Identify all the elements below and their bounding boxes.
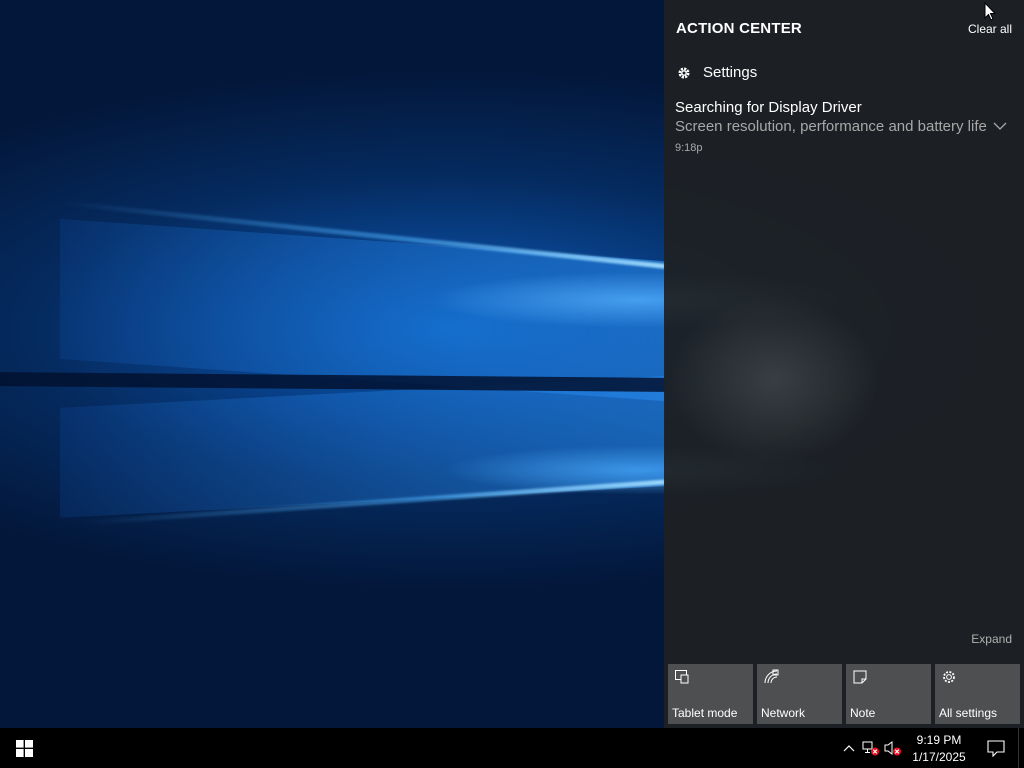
taskbar-clock[interactable]: 9:19 PM 1/17/2025 bbox=[904, 730, 974, 766]
show-hidden-icons-button[interactable] bbox=[838, 728, 860, 768]
expand-button[interactable]: Expand bbox=[971, 632, 1012, 646]
quick-action-label: Tablet mode bbox=[672, 706, 738, 720]
volume-muted-icon bbox=[884, 741, 901, 756]
gear-icon bbox=[678, 67, 690, 78]
notification-group-name: Settings bbox=[703, 64, 758, 81]
clear-all-button[interactable]: Clear all bbox=[968, 22, 1012, 36]
action-center-button[interactable] bbox=[974, 728, 1018, 768]
quick-actions: Tablet mode Network Note All settings bbox=[668, 664, 1020, 724]
panel-blur-decoration bbox=[664, 250, 914, 510]
network-tray-button[interactable] bbox=[860, 728, 882, 768]
chevron-up-icon bbox=[843, 745, 855, 752]
quick-action-label: Note bbox=[850, 706, 876, 720]
note-icon bbox=[853, 670, 867, 684]
windows-logo-icon bbox=[15, 739, 33, 757]
volume-tray-button[interactable] bbox=[882, 728, 904, 768]
quick-action-note[interactable]: Note bbox=[846, 664, 931, 724]
action-center-panel: ACTION CENTER Clear all Settings Searchi… bbox=[664, 0, 1024, 728]
quick-action-label: All settings bbox=[939, 706, 998, 720]
chevron-down-icon[interactable] bbox=[993, 121, 1007, 131]
gear-icon bbox=[943, 671, 955, 683]
notification-time: 9:18p bbox=[675, 142, 703, 154]
wallpaper-pane-bottom bbox=[60, 376, 665, 518]
notification-title: Searching for Display Driver bbox=[675, 99, 862, 116]
quick-action-network[interactable]: Network bbox=[757, 664, 842, 724]
quick-action-tablet-mode[interactable]: Tablet mode bbox=[668, 664, 753, 724]
start-button[interactable] bbox=[0, 728, 48, 768]
mouse-cursor-icon bbox=[984, 2, 996, 21]
tablet-mode-icon bbox=[675, 670, 689, 684]
quick-action-label: Network bbox=[761, 706, 806, 720]
clock-date: 1/17/2025 bbox=[912, 750, 966, 764]
notification-group-header[interactable]: Settings bbox=[676, 64, 757, 81]
action-center-title: ACTION CENTER bbox=[676, 20, 802, 37]
show-desktop-button[interactable] bbox=[1018, 728, 1024, 768]
taskbar: 9:19 PM 1/17/2025 bbox=[0, 728, 1024, 768]
network-icon bbox=[764, 669, 779, 684]
system-tray: 9:19 PM 1/17/2025 bbox=[838, 728, 1024, 768]
network-disconnected-icon bbox=[862, 741, 879, 756]
notification-item[interactable]: Searching for Display Driver Screen reso… bbox=[675, 99, 1015, 154]
notification-body: Screen resolution, performance and batte… bbox=[675, 118, 987, 135]
quick-action-all-settings[interactable]: All settings bbox=[935, 664, 1020, 724]
action-center-icon bbox=[987, 739, 1005, 757]
clock-time: 9:19 PM bbox=[916, 733, 962, 747]
